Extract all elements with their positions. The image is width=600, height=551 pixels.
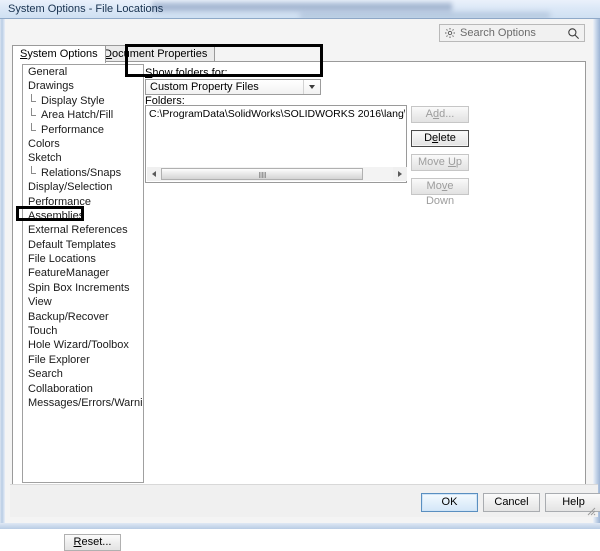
sidebar-item-area-hatch-fill[interactable]: Area Hatch/Fill: [23, 108, 143, 122]
move-up-button[interactable]: Move Up: [411, 154, 469, 171]
options-category-list[interactable]: General Drawings Display Style Area Hatch/F…: [22, 64, 144, 483]
scrollbar-thumb[interactable]: [161, 168, 363, 180]
cancel-button[interactable]: Cancel: [483, 493, 540, 512]
sidebar-item-label: Search: [28, 368, 63, 381]
search-icon[interactable]: [567, 27, 580, 40]
sidebar-item-label: File Explorer: [28, 353, 90, 366]
folders-horizontal-scrollbar[interactable]: [147, 167, 407, 181]
sidebar-item-label: External References: [28, 224, 128, 237]
list-item[interactable]: C:\ProgramData\SolidWorks\SOLIDWORKS 201…: [149, 108, 405, 121]
sidebar-item-label: Colors: [28, 137, 60, 150]
sidebar-item-label: Spin Box Increments: [28, 281, 130, 294]
folders-list[interactable]: C:\ProgramData\SolidWorks\SOLIDWORKS 201…: [145, 105, 407, 183]
search-options-input[interactable]: Search Options: [439, 24, 585, 42]
ok-button[interactable]: OK: [421, 493, 478, 512]
tab-strip: System Options Document Properties: [12, 45, 586, 63]
tab-system-options[interactable]: System Options: [12, 45, 106, 63]
sidebar-item-messages-errors-warnings[interactable]: Messages/Errors/Warnings: [23, 396, 143, 410]
dialog-footer: OK Cancel Help: [10, 484, 600, 517]
sidebar-item-performance[interactable]: Performance: [23, 195, 143, 209]
sidebar-item-label: Messages/Errors/Warnings: [28, 396, 143, 409]
move-down-button[interactable]: Move Down: [411, 178, 469, 207]
chevron-down-icon[interactable]: [303, 80, 320, 94]
tab-document-properties[interactable]: Document Properties: [96, 45, 216, 62]
title-bar-redacted-region-2: [300, 12, 550, 19]
sidebar-item-label: Sketch: [28, 152, 62, 165]
delete-folder-button[interactable]: Delete: [411, 130, 469, 147]
sidebar-item-external-references[interactable]: External References: [23, 223, 143, 237]
reset-button[interactable]: Reset...: [64, 534, 121, 551]
sidebar-item-label: Performance: [41, 123, 104, 136]
sidebar-item-file-locations[interactable]: File Locations: [23, 252, 143, 266]
sidebar-item-label: Drawings: [28, 80, 74, 93]
tab-page-system-options: General Drawings Display Style Area Hatch/F…: [12, 61, 586, 551]
sidebar-item-search[interactable]: Search: [23, 367, 143, 381]
add-folder-button[interactable]: Add...: [411, 106, 469, 123]
sidebar-item-label: View: [28, 296, 52, 309]
scrollbar-track[interactable]: [161, 167, 393, 181]
tab-system-options-label: System Options: [20, 48, 98, 60]
folder-action-buttons: Add... Delete Move Up Move Down: [411, 106, 473, 207]
sidebar-item-assemblies[interactable]: Assemblies: [23, 209, 143, 223]
sidebar-item-drawings[interactable]: Drawings: [23, 79, 143, 93]
sidebar-item-label: Collaboration: [28, 382, 93, 395]
show-folders-for-label: Show folders for:: [145, 67, 228, 79]
sidebar-item-touch[interactable]: Touch: [23, 324, 143, 338]
show-folders-for-dropdown[interactable]: Custom Property Files: [145, 79, 321, 95]
sidebar-item-spin-box-increments[interactable]: Spin Box Increments: [23, 281, 143, 295]
sidebar-item-label: FeatureManager: [28, 267, 110, 280]
sidebar-item-display-style[interactable]: Display Style: [23, 93, 143, 108]
sidebar-item-performance[interactable]: Performance: [23, 122, 143, 137]
sidebar-item-label: Default Templates: [28, 238, 116, 251]
system-options-dialog: System Options - File Locations Search O…: [0, 0, 600, 551]
sidebar-item-label: Relations/Snaps: [41, 166, 122, 179]
sidebar-item-label: Display Style: [41, 94, 105, 107]
show-folders-for-value: Custom Property Files: [150, 81, 259, 93]
sidebar-item-featuremanager[interactable]: FeatureManager: [23, 266, 143, 280]
sidebar-item-hole-wizard-toolbox[interactable]: Hole Wizard/Toolbox: [23, 338, 143, 352]
sidebar-item-label: Touch: [28, 325, 58, 338]
window-frame-right: [593, 0, 600, 529]
title-bar[interactable]: System Options - File Locations: [0, 0, 600, 19]
sidebar-item-view[interactable]: View: [23, 295, 143, 309]
sidebar-item-file-explorer[interactable]: File Explorer: [23, 353, 143, 367]
dialog-client-area: Search Options System Options Document P…: [5, 19, 600, 551]
sidebar-item-label: File Locations: [28, 253, 96, 266]
sidebar-item-label: Assemblies: [28, 209, 85, 222]
sidebar-item-collaboration[interactable]: Collaboration: [23, 382, 143, 396]
sidebar-item-general[interactable]: General: [23, 65, 143, 79]
sidebar-item-label: Performance: [28, 195, 91, 208]
sidebar-item-label: Backup/Recover: [28, 310, 109, 323]
sidebar-item-sketch[interactable]: Sketch: [23, 151, 143, 165]
sidebar-item-colors[interactable]: Colors: [23, 137, 143, 151]
file-locations-panel: Show folders for: Custom Property Files …: [139, 62, 579, 492]
sidebar-item-label: Area Hatch/Fill: [41, 109, 114, 122]
window-frame-bottom: [0, 523, 600, 529]
sidebar-item-default-templates[interactable]: Default Templates: [23, 238, 143, 252]
sidebar-item-label: Hole Wizard/Toolbox: [28, 339, 129, 352]
window-title: System Options - File Locations: [8, 3, 164, 15]
search-options-placeholder: Search Options: [460, 27, 536, 39]
sidebar-item-label: Display/Selection: [28, 181, 113, 194]
sidebar-item-display-selection[interactable]: Display/Selection: [23, 180, 143, 194]
sidebar-item-backup-recover[interactable]: Backup/Recover: [23, 310, 143, 324]
resize-grip-icon[interactable]: [584, 504, 596, 516]
scroll-right-button[interactable]: [393, 167, 407, 181]
gear-icon: [445, 28, 455, 38]
scrollbar-grip-icon: [259, 172, 266, 178]
sidebar-item-label: General: [28, 66, 68, 78]
tab-document-properties-label: Document Properties: [104, 48, 208, 60]
sidebar-item-relations-snaps[interactable]: Relations/Snaps: [23, 165, 143, 180]
scroll-left-button[interactable]: [147, 167, 161, 181]
